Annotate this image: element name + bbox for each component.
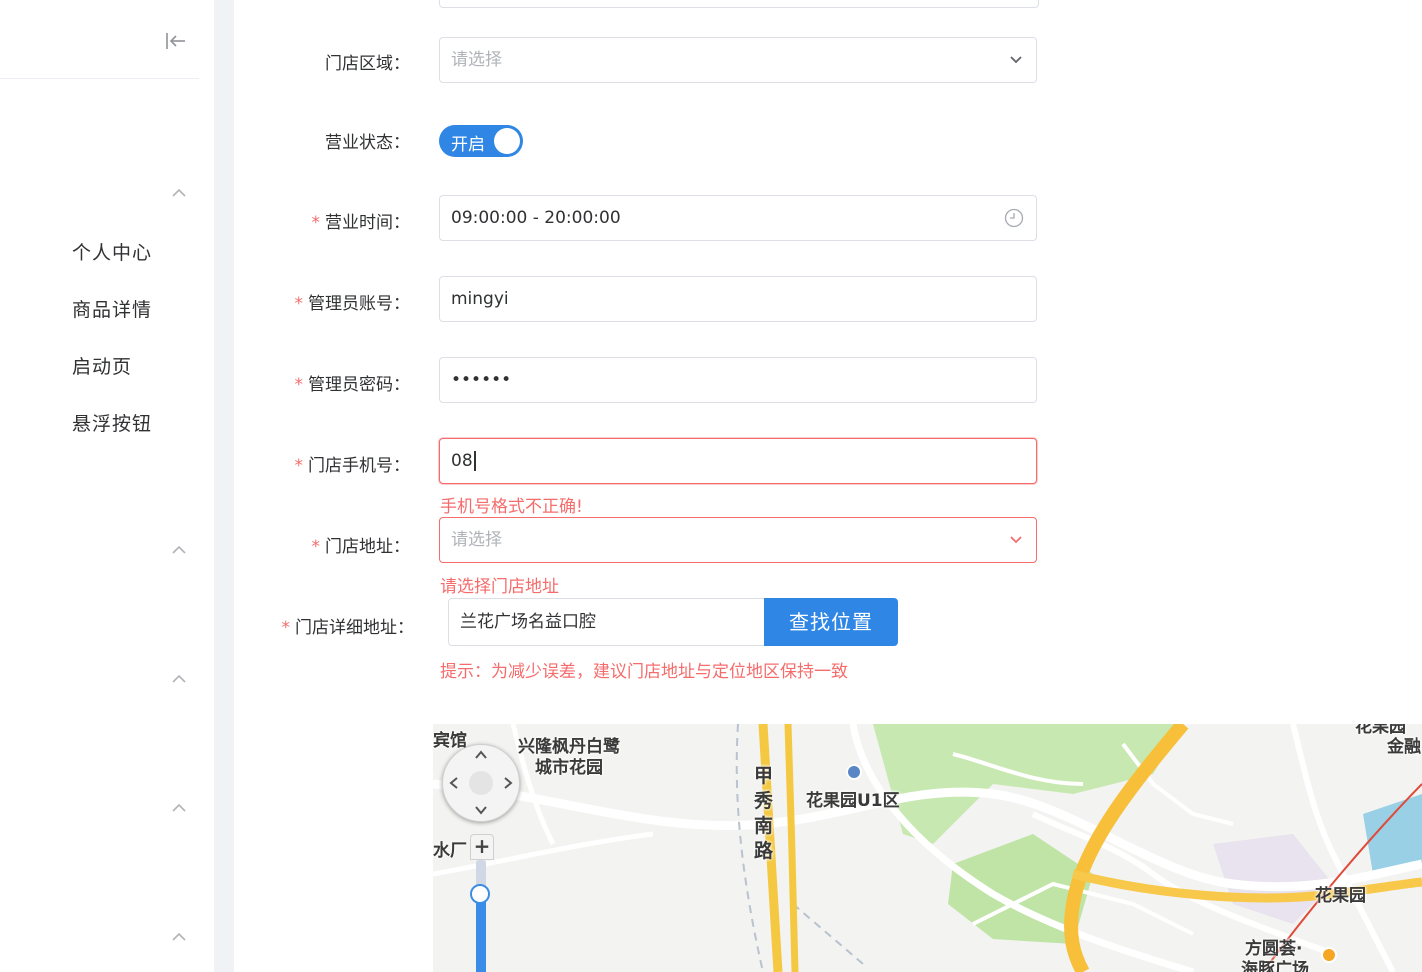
store-area-select[interactable]: 请选择 — [439, 37, 1037, 83]
map-label-jiaxiu-road: 甲秀南路 — [754, 765, 774, 862]
pan-left-icon[interactable] — [447, 776, 461, 790]
business-hours-picker[interactable]: 09:00:00 - 20:00:00 — [439, 195, 1037, 241]
switch-text: 开启 — [451, 135, 485, 155]
pan-up-icon[interactable] — [474, 748, 488, 762]
admin-password-input[interactable]: •••••• — [439, 357, 1037, 403]
collapse-sidebar-icon[interactable] — [164, 30, 188, 52]
clock-icon — [1004, 208, 1024, 228]
map-label-xinglong-line2: 城市花园 — [535, 758, 603, 778]
store-address-select[interactable]: 请选择 — [439, 517, 1037, 563]
store-phone-label: * 门店手机号： — [294, 456, 411, 476]
chevron-down-icon — [1010, 56, 1022, 64]
zoom-in-button[interactable]: + — [470, 834, 494, 860]
business-status-label: 营业状态： — [325, 133, 410, 153]
sidebar-item-product-detail[interactable]: 商品详情 — [72, 295, 152, 322]
map-label-huaguoyuan: 花果园 — [1315, 886, 1366, 906]
store-form-panel: 门店区域： 请选择 营业状态： 开启 * 营业时间： 09:00:00 - 20:… — [234, 0, 1422, 972]
sidebar: 个人中心 商品详情 启动页 悬浮按钮 — [0, 0, 214, 972]
map-label-shuichang: 水厂 — [433, 841, 467, 861]
chevron-up-icon[interactable] — [170, 673, 188, 685]
store-phone-error: 手机号格式不正确! — [440, 497, 583, 517]
sidebar-item-floating-button[interactable]: 悬浮按钮 — [72, 409, 152, 436]
sidebar-item-launch-page[interactable]: 启动页 — [72, 352, 132, 379]
chevron-up-icon[interactable] — [170, 544, 188, 556]
store-address-label: * 门店地址： — [311, 537, 411, 557]
admin-account-label: * 管理员账号： — [294, 294, 411, 314]
poi-marker-icon[interactable] — [1321, 947, 1337, 963]
chevron-up-icon[interactable] — [170, 802, 188, 814]
pan-center — [469, 771, 493, 795]
zoom-slider-handle[interactable] — [470, 884, 490, 904]
admin-password-label: * 管理员密码： — [294, 375, 411, 395]
store-phone-input[interactable]: 08 — [439, 438, 1037, 484]
map-label-top-right: 花果园 — [1355, 724, 1406, 737]
switch-knob — [494, 128, 520, 154]
business-status-switch[interactable]: 开启 — [439, 125, 523, 157]
sidebar-header — [0, 0, 199, 79]
pan-right-icon[interactable] — [501, 776, 515, 790]
location-tip: 提示：为减少误差，建议门店地址与定位地区保持一致 — [440, 662, 848, 682]
admin-account-input[interactable]: mingyi — [439, 276, 1037, 322]
store-detail-address-label: * 门店详细地址： — [281, 618, 415, 638]
chevron-down-icon — [1010, 536, 1022, 544]
find-location-button[interactable]: 查找位置 — [764, 598, 898, 646]
map-zoom-control[interactable]: + — [470, 834, 494, 972]
text-cursor — [473, 451, 476, 471]
map-label-fangyuan-line2: 海豚广场 — [1241, 960, 1309, 972]
chevron-up-icon[interactable] — [170, 187, 188, 199]
store-area-label: 门店区域： — [325, 54, 410, 74]
map-label-hotel: 宾馆 — [433, 731, 467, 751]
location-map[interactable]: 宾馆 兴隆枫丹白鹭 城市花园 甲秀南路 花果园U1区 水厂 花果园 金融 花果园… — [433, 724, 1422, 972]
sidebar-item-personal-center[interactable]: 个人中心 — [72, 238, 152, 265]
chevron-up-icon[interactable] — [170, 931, 188, 943]
previous-field[interactable] — [439, 0, 1039, 8]
map-label-huaguoyuan-u1: 花果园U1区 — [806, 791, 900, 811]
pan-down-icon[interactable] — [474, 803, 488, 817]
store-address-error: 请选择门店地址 — [440, 577, 559, 597]
map-pan-control[interactable] — [442, 744, 520, 822]
poi-marker-icon[interactable] — [846, 764, 862, 780]
store-detail-address-input[interactable]: 兰花广场名益口腔 — [448, 598, 764, 646]
business-hours-label: * 营业时间： — [311, 213, 411, 233]
zoom-level-fill — [476, 894, 486, 972]
